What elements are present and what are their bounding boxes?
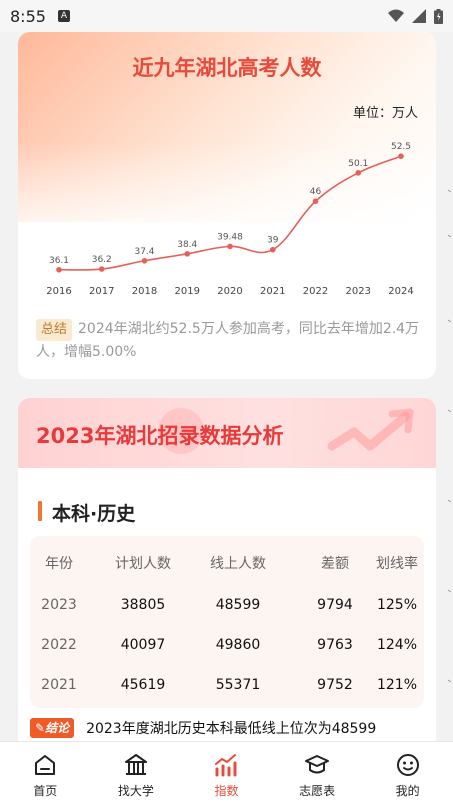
nav-label: 志愿表: [299, 784, 336, 798]
admission-table: 年份 计划人数 线上人数 差额 划线率 2023 38805 48599 979…: [30, 536, 424, 708]
data-label: 38.4: [177, 240, 197, 250]
section-accent-bar: [38, 501, 42, 521]
table-cell-year: 2023: [41, 597, 77, 613]
nav-item-profile[interactable]: 我的: [362, 742, 453, 805]
notification-a-icon: A: [57, 10, 70, 22]
x-tick-label: 2019: [175, 286, 200, 297]
data-point[interactable]: [227, 243, 233, 250]
nav-label: 找大学: [117, 784, 154, 798]
trend-up-decoration-icon: [327, 408, 414, 451]
table-header-cell: 计划人数: [115, 556, 171, 572]
table-cell: 9794: [317, 597, 353, 613]
data-label: 39: [267, 236, 279, 246]
analysis-header: 2023年湖北招录数据分析: [18, 398, 436, 468]
conclusion-tag: ✎结论: [30, 718, 75, 738]
x-tick-label: 2017: [89, 286, 114, 297]
status-icons: [388, 8, 443, 24]
table-row: 2023 38805 48599 9794 125%: [30, 585, 424, 625]
table-header-cell: 年份: [45, 556, 73, 572]
x-tick-label: 2023: [346, 286, 371, 297]
data-label: 36.2: [92, 255, 112, 265]
chart-unit: 单位：万人: [352, 106, 418, 121]
table-header-row: 年份 计划人数 线上人数 差额 划线率: [30, 544, 424, 584]
table-cell: 125%: [376, 597, 418, 613]
analysis-title: 2023年湖北招录数据分析: [36, 424, 284, 448]
table-cell-year: 2021: [41, 677, 77, 693]
data-label: 50.1: [348, 159, 368, 169]
pencil-icon: ✎: [35, 721, 46, 735]
table-cell: 121%: [376, 677, 418, 693]
table-cell: 49860: [215, 637, 261, 653]
conclusion-text: 2023年度湖北历史本科最低线上位次为48599: [86, 721, 377, 737]
nav-item-university[interactable]: 找大学: [91, 742, 182, 805]
right-edge-marks: [447, 189, 452, 683]
table-cell: 9752: [317, 677, 353, 693]
data-point[interactable]: [184, 251, 191, 257]
table-cell-year: 2022: [41, 637, 77, 653]
bottom-nav: 首页 找大学 指数 志愿表 我的: [0, 741, 453, 805]
table-header-cell: 差额: [321, 556, 349, 572]
x-tick-label: 2022: [303, 286, 328, 297]
table-cell: 45619: [120, 677, 166, 693]
data-label: 37.4: [134, 247, 154, 257]
x-tick-label: 2020: [217, 286, 242, 297]
x-tick-label: 2024: [388, 286, 413, 297]
wifi-icon: [388, 9, 404, 22]
table-cell: 40097: [120, 637, 166, 653]
nav-label: 我的: [395, 784, 420, 798]
table-cell: 48599: [215, 597, 261, 613]
table-cell: 124%: [376, 637, 418, 653]
summary-text: 2024年湖北约52.5万人参加高考，同比去年增加2.4万人，增幅5.00%: [36, 321, 420, 360]
enrollment-trend-card: 近九年湖北高考人数 单位：万人 36.1 2016 36.2 2017 37.4 2018…: [18, 32, 436, 379]
data-label: 52.5: [391, 142, 411, 152]
admission-analysis-card: 2023年湖北招录数据分析 本科·历史 年份 计划人数 线上人数 差额 划线率 …: [18, 398, 436, 758]
table-row: 2022 40097 49860 9763 124%: [30, 625, 424, 665]
status-time: 8:55: [10, 6, 46, 26]
table-cell: 9763: [317, 637, 353, 653]
data-label: 36.1: [49, 256, 69, 266]
section-title: 本科·历史: [52, 503, 136, 525]
x-tick-label: 2021: [260, 286, 285, 297]
x-tick-label: 2016: [46, 286, 71, 297]
signal-icon: [412, 9, 426, 23]
series-line: [58, 155, 402, 271]
table-cell: 55371: [215, 677, 261, 693]
table-header-cell: 线上人数: [210, 556, 266, 572]
graduation-cap-icon: [305, 755, 330, 774]
nav-item-home[interactable]: 首页: [0, 742, 91, 805]
summary: 总结 2024年湖北约52.5万人参加高考，同比去年增加2.4万人，增幅5.00%: [36, 318, 421, 364]
battery-icon: [434, 8, 443, 24]
conclusion-tag-label: 结论: [45, 721, 70, 735]
data-point[interactable]: [312, 198, 319, 205]
university-icon: [124, 754, 147, 775]
nav-item-index[interactable]: 指数: [181, 742, 272, 805]
data-point[interactable]: [56, 266, 62, 273]
table-cell: 38805: [120, 597, 166, 613]
chart-title: 近九年湖北高考人数: [132, 56, 322, 80]
home-icon: [35, 755, 56, 775]
conclusion: ✎结论 2023年度湖北历史本科最低线上位次为48599: [30, 718, 376, 738]
status-bar: 8:55 A: [0, 0, 453, 32]
data-label: 46: [310, 187, 322, 197]
line-chart: 36.1 2016 36.2 2017 37.4 2018 38.4 2019 39.48 202…: [46, 142, 413, 297]
data-point[interactable]: [398, 153, 404, 160]
data-point[interactable]: [269, 246, 276, 253]
nav-item-wishlist[interactable]: 志愿表: [272, 742, 363, 805]
data-point[interactable]: [141, 257, 148, 264]
nav-label: 首页: [33, 784, 58, 798]
data-point[interactable]: [355, 170, 362, 176]
x-tick-label: 2018: [132, 286, 157, 297]
summary-tag: 总结: [36, 319, 73, 341]
table-row: 2021 45619 55371 9752 121%: [30, 665, 424, 705]
smiley-icon: [396, 754, 419, 776]
nav-label: 指数: [214, 784, 239, 798]
data-label: 39.48: [217, 232, 243, 242]
chart-icon: [215, 754, 237, 777]
data-point[interactable]: [98, 266, 105, 272]
table-header-cell: 划线率: [376, 556, 418, 572]
